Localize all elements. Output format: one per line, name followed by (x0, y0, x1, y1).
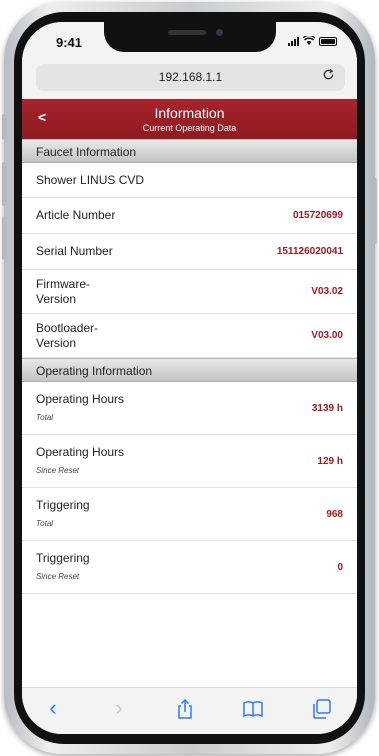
table-row: Firmware- Version V03.02 (22, 270, 357, 314)
status-icons (288, 34, 337, 47)
row-label-line1: Bootloader- (36, 320, 99, 335)
row-subtitle: Total (36, 518, 54, 528)
row-title: Operating Hours (36, 444, 125, 459)
row-subtitle: Since Reset (36, 571, 80, 581)
row-label-line2: Version (36, 291, 77, 306)
table-row: Bootloader- Version V03.00 (22, 314, 357, 358)
operating-hours-reset-value: 129 h (317, 455, 343, 467)
firmware-version-value: V03.02 (311, 286, 343, 297)
power-button (373, 178, 377, 244)
speaker-grille (168, 30, 206, 35)
table-row: Operating Hours Since Reset 129 h (22, 435, 357, 488)
url-text: 192.168.1.1 (158, 70, 223, 84)
faucet-name-row: Shower LINUS CVD (22, 163, 357, 198)
page-subtitle: Current Operating Data (142, 123, 237, 133)
faucet-name: Shower LINUS CVD (36, 172, 145, 187)
mute-switch (2, 114, 6, 140)
triggering-total-value: 968 (326, 508, 343, 520)
article-number-value: 015720699 (292, 210, 343, 221)
browser-address-area: 192.168.1.1 (22, 60, 357, 99)
row-title: Operating Hours (36, 391, 125, 406)
row-label: Serial Number (36, 244, 113, 258)
row-title: Triggering (36, 497, 90, 512)
app-header: < Information Current Operating Data (22, 99, 357, 139)
back-icon[interactable]: ‹ (42, 697, 64, 720)
row-label-line2: Version (36, 335, 77, 350)
triggering-reset-value: 0 (337, 561, 343, 573)
phone-screen: 9:41 192.168.1.1 < Information Current O… (22, 22, 357, 734)
tabs-icon[interactable] (310, 698, 332, 720)
wifi-icon (302, 34, 316, 47)
forward-icon[interactable]: › (108, 697, 130, 720)
status-time: 9:41 (56, 35, 83, 50)
status-bar: 9:41 (22, 22, 357, 60)
table-row: Operating Hours Total 3139 h (22, 382, 357, 435)
page-title: Information (154, 105, 225, 121)
signal-icon (288, 37, 299, 46)
row-label-line1: Firmware- (36, 276, 90, 291)
row-label: Article Number (36, 208, 116, 222)
table-row: Article Number 015720699 (22, 198, 357, 234)
table-row: Serial Number 151126020041 (22, 234, 357, 270)
row-label: Operating Hours Since Reset (36, 445, 124, 478)
bookmarks-icon[interactable] (242, 698, 264, 720)
share-icon[interactable] (174, 698, 196, 720)
section-header-faucet: Faucet Information (22, 139, 357, 163)
content-area: Faucet Information Shower LINUS CVD Arti… (22, 139, 357, 687)
front-camera (216, 29, 223, 36)
table-row: Triggering Total 968 (22, 488, 357, 541)
reload-icon[interactable] (322, 68, 335, 85)
row-label: Operating Hours Total (36, 392, 124, 425)
row-subtitle: Total (36, 412, 54, 422)
browser-toolbar: ‹ › (22, 687, 357, 734)
row-title: Triggering (36, 550, 90, 565)
serial-number-value: 151126020041 (276, 246, 343, 257)
operating-hours-total-value: 3139 h (311, 402, 343, 414)
row-subtitle: Since Reset (36, 465, 80, 475)
volume-down-button (2, 216, 6, 260)
row-label: Bootloader- Version (36, 321, 98, 351)
row-label: Firmware- Version (36, 277, 90, 307)
section-header-operating: Operating Information (22, 358, 357, 382)
row-label: Triggering Since Reset (36, 551, 90, 584)
table-row: Triggering Since Reset 0 (22, 541, 357, 594)
address-bar[interactable]: 192.168.1.1 (36, 64, 345, 91)
battery-icon (319, 37, 337, 46)
row-label: Triggering Total (36, 498, 90, 531)
volume-up-button (2, 162, 6, 206)
bootloader-version-value: V03.00 (311, 330, 343, 341)
notch (104, 22, 276, 52)
